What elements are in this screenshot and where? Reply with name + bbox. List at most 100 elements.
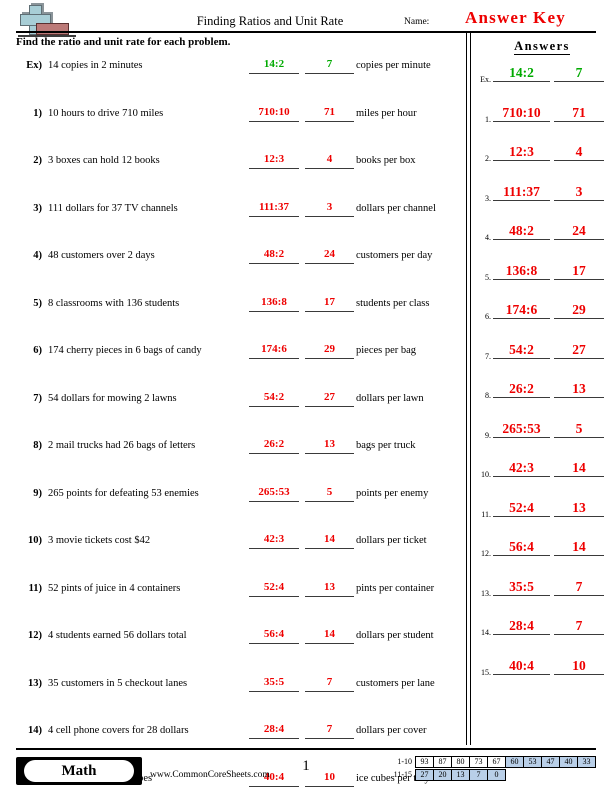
problem-text: 174 cherry pieces in 6 bags of candy	[48, 345, 202, 356]
ratio-answer-blank[interactable]: 14:2	[249, 58, 299, 74]
unit-rate-answer-blank[interactable]: 7	[305, 723, 354, 739]
footer-divider	[16, 748, 596, 750]
ratio-answer-blank[interactable]: 56:4	[249, 628, 299, 644]
answer-number: 6.	[485, 312, 491, 321]
score-cell: 13	[451, 769, 470, 781]
answer-number: 14.	[481, 628, 491, 637]
ratio-answer-blank[interactable]: 48:2	[249, 248, 299, 264]
answer-row: 8. 26:2 13	[472, 377, 612, 417]
unit-rate-answer-blank[interactable]: 71	[305, 106, 354, 122]
problem-unit-label: customers per day	[356, 250, 433, 261]
ratio-answer-blank[interactable]: 28:4	[249, 723, 299, 739]
answer-number: 1.	[485, 114, 491, 124]
problem-number: 12)	[28, 630, 42, 641]
answer-number: 12.	[481, 549, 491, 558]
answer-list: Ex. 14:2 7 1. 710:10 71 2. 12:3 4 3. 111:37 3 4. 48:2…	[472, 61, 612, 693]
unit-rate-answer-blank[interactable]: 14	[305, 533, 354, 549]
problem-text: 35 customers in 5 checkout lanes	[48, 677, 188, 689]
problem-unit-label: bags per truck	[356, 440, 416, 451]
score-cell: 33	[577, 756, 596, 768]
answer-number: 5.	[485, 272, 491, 282]
problem-unit-label: books per box	[356, 155, 416, 166]
problem-text: 3 movie tickets cost $42	[48, 535, 151, 546]
unit-rate-answer-blank[interactable]: 17	[305, 296, 354, 312]
unit-rate-answer-blank[interactable]: 29	[305, 343, 354, 359]
unit-rate-answer-blank[interactable]: 4	[305, 153, 354, 169]
answer-number: 7.	[485, 351, 491, 361]
answer-row: 10. 42:3 14	[472, 456, 612, 496]
answer-number: 10.	[481, 470, 491, 479]
ratio-answer-blank[interactable]: 174:6	[249, 343, 299, 359]
answer-unit-rate: 3	[554, 184, 604, 201]
unit-rate-answer-blank[interactable]: 7	[305, 58, 354, 74]
answer-number: 13.	[481, 588, 491, 598]
vertical-divider-inner	[470, 33, 471, 745]
problem-number: 7)	[33, 392, 42, 404]
answer-ratio: 26:2	[493, 381, 550, 398]
problem-unit-label: pints per container	[356, 582, 435, 594]
answer-row: 1. 710:10 71	[472, 101, 612, 141]
ratio-answer-blank[interactable]: 136:8	[249, 296, 299, 312]
answer-ratio: 710:10	[493, 105, 550, 122]
answer-ratio: 111:37	[493, 184, 550, 201]
unit-rate-answer-blank[interactable]: 24	[305, 248, 354, 264]
answer-row: 13. 35:5 7	[472, 575, 612, 615]
problem-number: 5)	[33, 297, 42, 309]
answer-unit-rate: 10	[554, 658, 604, 675]
score-range-label: 1-10	[397, 757, 412, 766]
problem-row: 11) 52 pints of juice in 4 containers 52:4…	[0, 575, 466, 623]
problem-unit-label: dollars per student	[356, 630, 434, 641]
ratio-answer-blank[interactable]: 12:3	[249, 153, 299, 169]
answer-number: 15.	[481, 667, 491, 677]
unit-rate-answer-blank[interactable]: 3	[305, 201, 354, 217]
answer-row: 5. 136:8 17	[472, 259, 612, 299]
unit-rate-answer-blank[interactable]: 5	[305, 486, 354, 502]
score-cell: 67	[487, 756, 506, 768]
score-cell: 73	[469, 756, 488, 768]
worksheet-page: Finding Ratios and Unit Rate Name: Answe…	[0, 0, 612, 792]
ratio-answer-blank[interactable]: 111:37	[249, 201, 299, 217]
problem-number: Ex)	[26, 60, 42, 71]
ratio-answer-blank[interactable]: 710:10	[249, 106, 299, 122]
score-cell: 87	[433, 756, 452, 768]
score-cell: 0	[487, 769, 506, 781]
ratio-answer-blank[interactable]: 35:5	[249, 676, 299, 692]
problem-number: 9)	[33, 487, 42, 499]
ratio-answer-blank[interactable]: 52:4	[249, 581, 299, 597]
answer-ratio: 265:53	[493, 421, 550, 438]
answer-unit-rate: 17	[554, 263, 604, 280]
unit-rate-answer-blank[interactable]: 13	[305, 581, 354, 597]
problem-text: 3 boxes can hold 12 books	[48, 155, 160, 166]
problem-text: 14 copies in 2 minutes	[48, 60, 143, 71]
subject-badge: Math	[16, 757, 142, 785]
problem-unit-label: pieces per bag	[356, 345, 417, 356]
answer-row: Ex. 14:2 7	[472, 61, 612, 101]
score-cell: 60	[505, 756, 524, 768]
answer-row: 6. 174:6 29	[472, 298, 612, 338]
answer-row: 15. 40:4 10	[472, 654, 612, 694]
score-cell: 53	[523, 756, 542, 768]
answer-number: 11.	[481, 509, 491, 519]
answer-ratio: 42:3	[493, 460, 550, 477]
unit-rate-answer-blank[interactable]: 13	[305, 438, 354, 454]
unit-rate-answer-blank[interactable]: 27	[305, 391, 354, 407]
ratio-answer-blank[interactable]: 54:2	[249, 391, 299, 407]
ratio-answer-blank[interactable]: 26:2	[249, 438, 299, 454]
problem-text: 8 classrooms with 136 students	[48, 297, 180, 309]
score-cell: 20	[433, 769, 452, 781]
unit-rate-answer-blank[interactable]: 7	[305, 676, 354, 692]
answer-number: Ex.	[480, 75, 491, 84]
unit-rate-answer-blank[interactable]: 14	[305, 628, 354, 644]
score-cell: 27	[415, 769, 434, 781]
problem-number: 10)	[28, 535, 42, 546]
answer-ratio: 136:8	[493, 263, 550, 280]
answer-unit-rate: 13	[554, 500, 604, 517]
answer-unit-rate: 4	[554, 144, 604, 161]
ratio-answer-blank[interactable]: 42:3	[249, 533, 299, 549]
ratio-answer-blank[interactable]: 265:53	[249, 486, 299, 502]
problem-row: 13) 35 customers in 5 checkout lanes 35:5 7…	[0, 670, 466, 718]
problem-row: 6) 174 cherry pieces in 6 bags of candy 17…	[0, 337, 466, 385]
answers-sidebar: Answers Ex. 14:2 7 1. 710:10 71 2. 12:3 4 3. 111:3…	[472, 33, 612, 745]
problem-row: 12) 4 students earned 56 dollars total 56:…	[0, 622, 466, 670]
answer-unit-rate: 13	[554, 381, 604, 398]
